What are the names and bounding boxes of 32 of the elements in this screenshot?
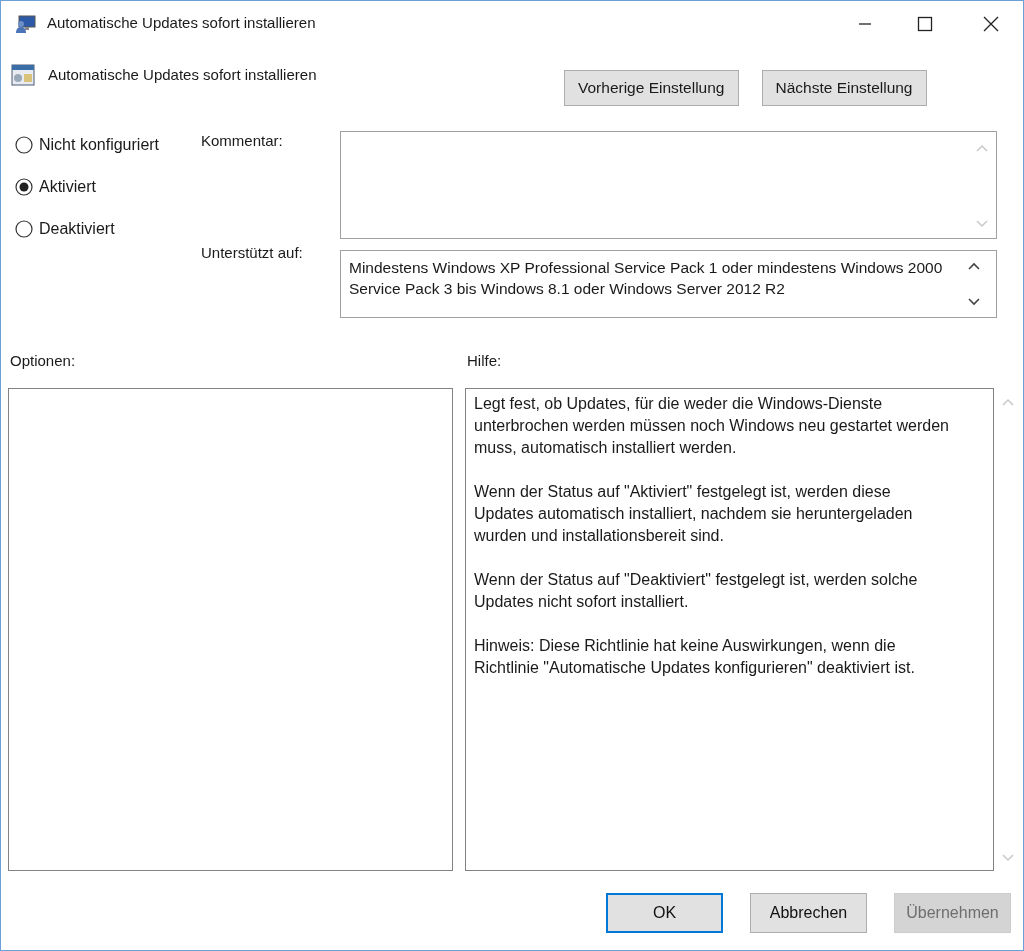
supported-platforms-text: Mindestens Windows XP Professional Service Pack 1 oder mindestens Windows 2000 Service Pack 3 bis Windows 8.1 oder Windows Server 2012 R2 (348, 258, 944, 299)
radio-label[interactable]: Deaktiviert (39, 216, 115, 241)
scroll-down-icon (976, 220, 988, 228)
policy-title: Automatische Updates sofort installieren (48, 65, 317, 85)
radio-label[interactable]: Nicht konfiguriert (39, 132, 160, 157)
cancel-button[interactable]: Abbrechen (750, 893, 867, 933)
scroll-down-icon[interactable] (968, 298, 980, 306)
policy-settings-icon (11, 64, 35, 87)
computer-user-icon (15, 13, 37, 34)
scroll-up-icon[interactable] (968, 262, 980, 270)
previous-setting-button[interactable]: Vorherige Einstellung (564, 70, 739, 106)
maximize-icon[interactable] (917, 15, 933, 32)
help-paragraph: Hinweis: Diese Richtlinie hat keine Auswirkungen, wenn die Richtlinie "Automatische Updates konfigurieren" deaktiviert ist. (474, 636, 916, 678)
radio-label[interactable]: Aktiviert (39, 174, 96, 199)
next-setting-button[interactable]: Nächste Einstellung (761, 70, 927, 106)
close-icon[interactable] (983, 15, 999, 32)
comment-label: Kommentar: (201, 131, 284, 151)
ok-button[interactable]: OK (606, 893, 723, 933)
window-title: Automatische Updates sofort installieren (47, 13, 316, 34)
scroll-down-icon (1002, 854, 1014, 862)
radio-button[interactable] (15, 219, 33, 238)
help-label: Hilfe: (467, 351, 502, 371)
options-label: Optionen: (9, 351, 77, 371)
radio-button[interactable] (15, 135, 33, 154)
help-paragraph: Wenn der Status auf "Deaktiviert" festgelegt ist, werden solche Updates nicht sofort installiert. (474, 570, 919, 612)
scroll-up-icon (976, 144, 988, 152)
supported-label: Unterstützt auf: (201, 243, 304, 263)
radio-button[interactable] (15, 177, 33, 196)
help-paragraph: Legt fest, ob Updates, für die weder die Windows-Dienste unterbrochen werden müssen noch Windows neu gestartet werden muss, automatisch installiert werden. (474, 394, 950, 458)
scroll-up-icon (1002, 398, 1014, 406)
comment-field[interactable] (340, 131, 997, 239)
help-paragraph: Wenn der Status auf "Aktiviert" festgelegt ist, werden diese Updates automatisch installiert, nachdem sie heruntergeladen wurden und installationsbereit sind. (474, 482, 914, 546)
